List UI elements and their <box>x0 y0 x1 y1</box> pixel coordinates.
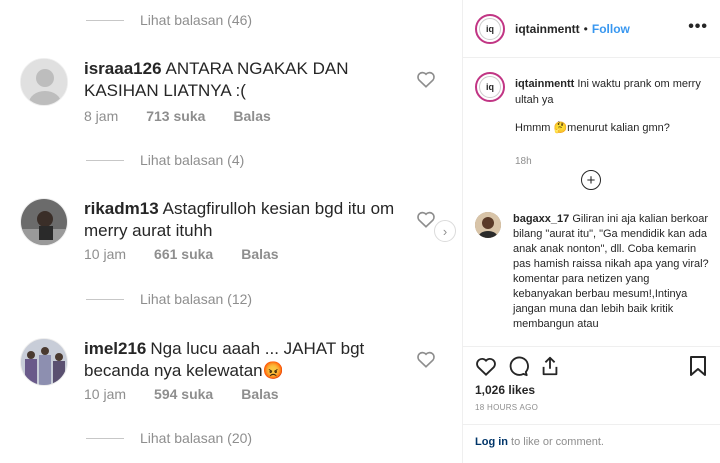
reply-button[interactable]: Balas <box>241 246 278 262</box>
post-panel: iq iqtainmentt • Follow ••• iq iqtainmen… <box>462 0 720 463</box>
comment-text: israaa126 ANTARA NGAKAK DAN KASIHAN LIATN… <box>84 58 404 102</box>
comment: rikadm13 Astagfirulloh kesian bgd itu om … <box>20 198 440 268</box>
login-text: to like or comment. <box>508 436 604 448</box>
comment-time[interactable]: 8 jam <box>84 108 118 124</box>
heart-icon[interactable] <box>475 355 497 377</box>
reply-button[interactable]: Balas <box>241 386 278 402</box>
view-replies-1[interactable]: Lihat balasan (46) <box>86 12 252 28</box>
view-replies-4[interactable]: Lihat balasan (20) <box>86 430 252 446</box>
bookmark-icon[interactable] <box>688 355 708 377</box>
comment-icon[interactable] <box>507 355 529 377</box>
reply-button[interactable]: Balas <box>233 108 270 124</box>
comment-text: rikadm13 Astagfirulloh kesian bgd itu om … <box>84 198 404 242</box>
avatar[interactable]: iq <box>475 72 505 102</box>
view-replies-label[interactable]: Lihat balasan (46) <box>140 12 252 28</box>
posted-time: 18 HOURS AGO <box>475 403 539 412</box>
post-header: iq iqtainmentt • Follow ••• <box>463 0 720 58</box>
caption-text: iqtainmentt Ini waktu prank om merry ult… <box>515 76 705 108</box>
comments-zoom-panel: Lihat balasan (46) israaa126 ANTARA NGAKA… <box>0 0 462 463</box>
view-replies-label[interactable]: Lihat balasan (20) <box>140 430 252 446</box>
comment-time[interactable]: 10 jam <box>84 246 126 262</box>
comments-scroll[interactable]: iq iqtainmentt Ini waktu prank om merry … <box>463 58 720 346</box>
comment-meta: 10 jam 594 suka Balas <box>84 386 307 402</box>
heart-icon[interactable] <box>416 70 436 88</box>
action-bar: 1,026 likes 18 HOURS AGO <box>463 346 720 436</box>
comment-likes[interactable]: 594 suka <box>154 386 213 402</box>
chevron-right-icon[interactable]: › <box>434 220 456 242</box>
caption-time: 18h <box>515 156 532 167</box>
avatar[interactable] <box>20 58 68 106</box>
login-link[interactable]: Log in <box>475 436 508 448</box>
avatar-text: iq <box>479 17 501 40</box>
follow-button[interactable]: Follow <box>592 22 630 36</box>
comment-username[interactable]: bagaxx_17 <box>513 213 569 225</box>
view-replies-3[interactable]: Lihat balasan (12) <box>86 291 252 307</box>
comment-body: Giliran ini aja kalian berkoar bilang "a… <box>513 213 709 330</box>
comment-text: bagaxx_17 Giliran ini aja kalian berkoar… <box>513 212 709 332</box>
comment: israaa126 ANTARA NGAKAK DAN KASIHAN LIATN… <box>20 58 440 138</box>
comment-likes[interactable]: 713 suka <box>146 108 205 124</box>
view-replies-label[interactable]: Lihat balasan (4) <box>140 152 244 168</box>
account-name[interactable]: iqtainmentt <box>515 22 580 36</box>
divider <box>86 298 124 300</box>
divider <box>86 19 124 21</box>
avatar[interactable] <box>20 198 68 246</box>
avatar[interactable] <box>475 212 501 238</box>
plus-circle-icon[interactable]: + <box>581 170 601 190</box>
caption-username[interactable]: iqtainmentt <box>515 78 574 90</box>
view-replies-2[interactable]: Lihat balasan (4) <box>86 152 244 168</box>
avatar[interactable] <box>20 338 68 386</box>
action-icons <box>475 355 571 377</box>
comment-likes[interactable]: 661 suka <box>154 246 213 262</box>
share-icon[interactable] <box>539 355 561 377</box>
comment-username[interactable]: rikadm13 <box>84 199 159 218</box>
divider <box>86 437 124 439</box>
comment-text: imel216 Nga lucu aaah ... JAHAT bgt becan… <box>84 338 404 382</box>
caption-line2: Hmmm 🤔menurut kalian gmn? <box>515 122 670 134</box>
comment: imel216 Nga lucu aaah ... JAHAT bgt becan… <box>20 338 440 408</box>
comment-meta: 8 jam 713 suka Balas <box>84 108 299 124</box>
likes-count[interactable]: 1,026 likes <box>475 383 535 397</box>
view-replies-label[interactable]: Lihat balasan (12) <box>140 291 252 307</box>
login-prompt: Log in to like or comment. <box>463 424 720 463</box>
separator: • <box>583 21 588 36</box>
more-options-icon[interactable]: ••• <box>688 18 708 36</box>
heart-icon[interactable] <box>416 210 436 228</box>
comment-username[interactable]: israaa126 <box>84 59 162 78</box>
divider <box>86 159 124 161</box>
comment-time[interactable]: 10 jam <box>84 386 126 402</box>
comment-meta: 10 jam 661 suka Balas <box>84 246 307 262</box>
comment-username[interactable]: imel216 <box>84 339 146 358</box>
avatar[interactable]: iq <box>475 13 505 44</box>
avatar-text: iq <box>479 76 501 98</box>
heart-icon[interactable] <box>416 350 436 368</box>
